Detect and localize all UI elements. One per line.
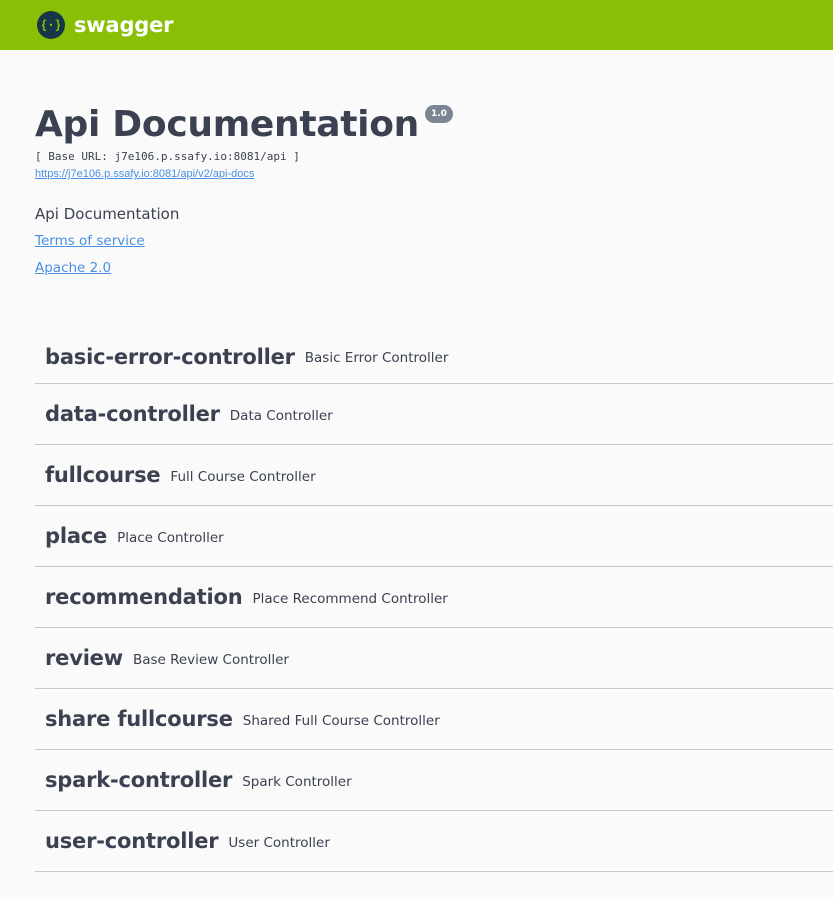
- svg-text:{·}: {·}: [42, 18, 60, 32]
- tag-name: user-controller: [45, 829, 219, 853]
- tag-share-fullcourse[interactable]: share fullcourse Shared Full Course Cont…: [35, 689, 833, 750]
- title-row: Api Documentation 1.0: [35, 102, 833, 148]
- tag-user-controller[interactable]: user-controller User Controller: [35, 811, 833, 872]
- tag-description: Spark Controller: [242, 773, 352, 790]
- page-title: Api Documentation: [35, 104, 419, 145]
- tag-description: Base Review Controller: [132, 651, 289, 668]
- tag-description: User Controller: [228, 834, 330, 851]
- terms-of-service-link[interactable]: Terms of service: [35, 232, 145, 250]
- tag-name: data-controller: [45, 402, 220, 426]
- api-description: Api Documentation: [35, 205, 180, 223]
- topbar: {·} swagger: [0, 0, 833, 50]
- tag-description: Place Controller: [117, 529, 224, 546]
- swagger-brand-text: swagger: [74, 13, 174, 37]
- version-badge: 1.0: [424, 105, 453, 123]
- tag-spark-controller[interactable]: spark-controller Spark Controller: [35, 750, 833, 811]
- tag-name: recommendation: [45, 585, 243, 609]
- tag-fullcourse[interactable]: fullcourse Full Course Controller: [35, 445, 833, 506]
- tag-description: Basic Error Controller: [304, 350, 449, 366]
- tag-description: Data Controller: [229, 407, 333, 424]
- base-url: [ Base URL: j7e106.p.ssafy.io:8081/api ]: [35, 150, 300, 163]
- tag-data-controller[interactable]: data-controller Data Controller: [35, 384, 833, 445]
- swagger-logo-link[interactable]: {·} swagger: [37, 11, 174, 39]
- tag-description: Full Course Controller: [170, 468, 316, 485]
- tag-name: place: [45, 524, 108, 548]
- tag-description: Shared Full Course Controller: [242, 712, 440, 729]
- tag-place[interactable]: place Place Controller: [35, 506, 833, 567]
- tag-basic-error-controller[interactable]: basic-error-controller Basic Error Contr…: [35, 330, 833, 384]
- tag-description: Place Recommend Controller: [252, 590, 448, 607]
- license-link[interactable]: Apache 2.0: [35, 259, 111, 277]
- tag-recommendation[interactable]: recommendation Place Recommend Controlle…: [35, 567, 833, 628]
- api-docs-link[interactable]: https://j7e106.p.ssafy.io:8081/api/v2/ap…: [35, 167, 254, 181]
- tag-name: spark-controller: [45, 768, 233, 792]
- swagger-braces-icon: {·}: [37, 11, 65, 39]
- tag-name: review: [45, 646, 123, 670]
- tag-name: fullcourse: [45, 463, 161, 487]
- tag-name: basic-error-controller: [45, 344, 295, 369]
- tag-review[interactable]: review Base Review Controller: [35, 628, 833, 689]
- api-info: Api Documentation 1.0 [ Base URL: j7e106…: [0, 50, 833, 277]
- tag-list: basic-error-controller Basic Error Contr…: [35, 330, 833, 872]
- tag-name: share fullcourse: [45, 707, 233, 731]
